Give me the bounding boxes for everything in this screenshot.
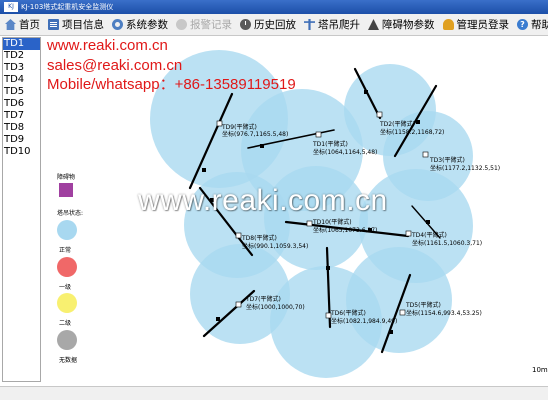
legend-level1-label: 一级 — [59, 284, 72, 291]
legend-normal-label: 正常 — [59, 247, 72, 254]
crane-center-td1 — [315, 131, 322, 138]
crane-label-td9-coords: 坐标(976.7,1165.5,48) — [222, 130, 288, 138]
contact-website: www.reaki.com.cn — [47, 37, 168, 54]
legend-level2-label: 二级 — [59, 320, 72, 327]
legend-nodata-swatch — [57, 330, 77, 350]
crane-type-td6: (平臂式) — [343, 309, 366, 317]
crane-center-td5 — [399, 309, 406, 316]
contact-phone: Mobile/whatsapp：+86-13589119519 — [47, 76, 296, 93]
crane-label-td8-name: TD8(平臂式) — [241, 234, 277, 242]
legend-normal-swatch — [57, 220, 77, 240]
trolley-td5 — [389, 330, 393, 334]
crane-center-td10 — [306, 220, 313, 227]
crane-type-td9: (平臂式) — [234, 123, 257, 131]
contact-email: sales@reaki.com.cn — [47, 57, 183, 74]
crane-label-td1-coords: 坐标(1064,1164,5,48) — [313, 148, 377, 156]
center-watermark: www.reaki.com.cn — [138, 184, 388, 217]
crane-label-td3-name: TD3(平臂式) — [429, 156, 465, 164]
trolley-td6 — [326, 266, 330, 270]
crane-type-td4: (平臂式) — [424, 231, 447, 239]
crane-label-td6-coords: 坐标(1082.1,984.9,49) — [331, 317, 397, 325]
legend-nodata-label: 无数据 — [59, 357, 78, 364]
crane-type-td8: (平臂式) — [254, 234, 277, 242]
crane-type-td5: (平臂式) — [418, 301, 441, 309]
crane-type-td7: (平臂式) — [258, 295, 281, 303]
crane-id-td10: TD10 — [312, 219, 329, 226]
crane-center-td7 — [235, 301, 242, 308]
legend-obstacle-label: 障碍物 — [57, 174, 76, 181]
crane-label-td8-coords: 坐标(990.1,1059.3,54) — [242, 242, 308, 250]
trolley-td1 — [260, 144, 264, 148]
crane-center-td3 — [422, 151, 429, 158]
legend-level2-swatch — [57, 293, 77, 313]
crane-type-td3: (平臂式) — [442, 156, 465, 164]
crane-label-td4-name: TD4(平臂式) — [411, 231, 447, 239]
status-bar — [0, 386, 548, 400]
crane-label-td7-coords: 坐标(1000,1000,70) — [246, 303, 305, 311]
crane-id-td3: TD3 — [429, 157, 442, 164]
trolley-td3 — [416, 120, 420, 124]
crane-id-td2: TD2 — [379, 121, 392, 128]
crane-circle-td5 — [346, 247, 452, 353]
legend-level1-swatch — [57, 257, 77, 277]
trolley-td4 — [426, 220, 430, 224]
trolley-td2 — [364, 90, 368, 94]
crane-label-td2-name: TD2(平臂式) — [379, 120, 415, 128]
crane-label-td7-name: TD7(平臂式) — [245, 295, 281, 303]
crane-label-td5-name: TD5(平臂式) — [405, 301, 441, 309]
crane-label-td2-coords: 坐标(1158.2,1168,72) — [380, 128, 444, 136]
crane-label-td3-coords: 坐标(1177.2,1132.5,51) — [430, 164, 500, 172]
crane-id-td1: TD1 — [312, 141, 325, 148]
trolley-td9 — [202, 168, 206, 172]
crane-id-td4: TD4 — [411, 232, 424, 239]
legend-obstacle-swatch — [59, 183, 73, 197]
crane-type-td10: (平臂式) — [329, 218, 352, 226]
crane-label-td6-name: TD6(平臂式) — [330, 309, 366, 317]
crane-label-td9-name: TD9(平臂式) — [221, 123, 257, 131]
crane-type-td1: (平臂式) — [325, 140, 348, 148]
legend-status-label: 塔吊状态: — [57, 210, 84, 217]
crane-center-td4 — [405, 230, 412, 237]
crane-label-td4-coords: 坐标(1161.5,1060.3,71) — [412, 239, 482, 247]
crane-id-td5: TD5 — [405, 302, 418, 309]
crane-id-td8: TD8 — [241, 235, 254, 242]
crane-id-td6: TD6 — [330, 310, 343, 317]
crane-circle-td10 — [264, 166, 368, 270]
crane-label-td10-coords: 坐标(1065,1073.6,27) — [313, 226, 377, 234]
crane-id-td7: TD7 — [245, 296, 258, 303]
crane-type-td2: (平臂式) — [392, 120, 415, 128]
crane-label-td5-coords: 坐标(1154.6,993.4,53.25) — [406, 309, 482, 317]
crane-label-td10-name: TD10(平臂式) — [312, 218, 352, 226]
crane-center-td2 — [376, 111, 383, 118]
scale-label: 10m — [532, 366, 548, 374]
trolley-td7 — [216, 317, 220, 321]
crane-id-td9: TD9 — [221, 124, 234, 131]
crane-center-td8 — [235, 232, 242, 239]
crane-label-td1-name: TD1(平臂式) — [312, 140, 348, 148]
